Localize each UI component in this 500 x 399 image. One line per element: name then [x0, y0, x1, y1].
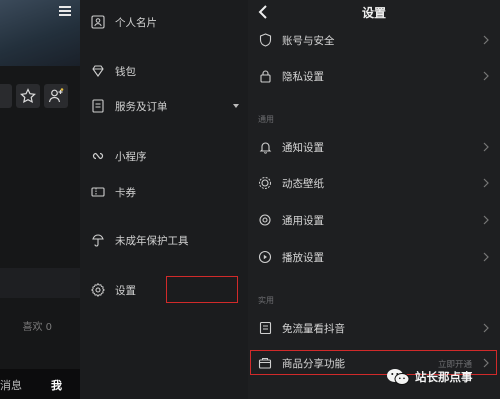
favorite-button[interactable] [16, 84, 40, 108]
drawer-item-label: 个人名片 [115, 16, 157, 29]
wallpaper-icon [257, 175, 273, 191]
minor-protection-icon [90, 232, 106, 248]
chevron-right-icon [483, 71, 489, 81]
contact-card-icon [90, 14, 106, 30]
drawer-item-label: 小程序 [115, 150, 147, 163]
profile-background: 喜欢 0 消息 我 [0, 0, 80, 399]
expand-caret-icon[interactable] [233, 104, 239, 108]
drawer-item-mini-program[interactable]: 小程序 [90, 145, 147, 167]
settings-item-label: 动态壁纸 [282, 178, 324, 190]
settings-header: 设置 [248, 0, 500, 26]
bottom-navigation: 消息 我 [0, 369, 80, 399]
profile-action-row [0, 84, 80, 110]
star-icon [20, 88, 36, 104]
settings-item-general[interactable]: 通用设置 [248, 205, 500, 235]
settings-item-label: 播放设置 [282, 252, 324, 264]
wechat-watermark: 站长那点事 [386, 368, 473, 386]
settings-item-playback[interactable]: 播放设置 [248, 242, 500, 272]
drawer-item-wallet[interactable]: 钱包 [90, 60, 136, 82]
gear-icon [90, 282, 106, 298]
settings-item-label: 隐私设置 [282, 71, 324, 83]
page-title: 设置 [361, 6, 386, 20]
section-label-utility: 实用 [258, 296, 274, 305]
likes-count[interactable]: 喜欢 0 [22, 318, 52, 333]
chevron-right-icon [483, 215, 489, 225]
coupon-icon [90, 184, 106, 200]
profile-info-strip [0, 268, 80, 298]
settings-panel: 设置 账号与安全 隐私设置 通用 通知设置 动态壁纸 通用设置 播放设置 实用 … [248, 0, 500, 399]
settings-item-label: 通知设置 [282, 142, 324, 154]
order-list-icon [90, 98, 106, 114]
drawer-item-label: 钱包 [115, 65, 136, 78]
wallet-diamond-icon [90, 63, 106, 79]
nav-me[interactable]: 我 [51, 377, 62, 393]
settings-item-notifications[interactable]: 通知设置 [248, 132, 500, 162]
drawer-item-label: 服务及订单 [115, 100, 168, 113]
drawer-item-profile-card[interactable]: 个人名片 [90, 11, 157, 33]
settings-icon [257, 212, 273, 228]
nav-messages[interactable]: 消息 [0, 377, 22, 393]
section-label-general: 通用 [258, 115, 274, 124]
drawer-item-label: 未成年保护工具 [115, 234, 189, 247]
wechat-logo-icon [387, 369, 410, 385]
watermark-text: 站长那点事 [415, 370, 473, 384]
settings-item-label: 通用设置 [282, 215, 324, 227]
settings-item-label: 账号与安全 [282, 35, 335, 47]
play-icon [257, 249, 273, 265]
lock-icon [257, 68, 273, 84]
settings-item-live-wallpaper[interactable]: 动态壁纸 [248, 168, 500, 198]
settings-item-account-security[interactable]: 账号与安全 [248, 25, 500, 55]
drawer-item-settings[interactable]: 设置 [90, 279, 136, 301]
settings-item-label: 免流量看抖音 [282, 323, 345, 335]
hamburger-menu-icon[interactable] [59, 6, 71, 16]
drawer-item-minor-protection[interactable]: 未成年保护工具 [90, 229, 189, 251]
add-user-icon [48, 88, 64, 103]
side-drawer: 个人名片 钱包 服务及订单 小程序 卡券 未成年保护工具 设置 [80, 0, 248, 399]
add-friend-button[interactable] [44, 84, 68, 108]
settings-item-data-free[interactable]: 免流量看抖音 [248, 313, 500, 343]
drawer-item-label: 卡券 [115, 186, 136, 199]
chevron-right-icon [483, 252, 489, 262]
drawer-item-label: 设置 [115, 284, 136, 297]
bell-icon [257, 139, 273, 155]
chevron-right-icon [483, 178, 489, 188]
drawer-item-orders[interactable]: 服务及订单 [90, 95, 239, 117]
mini-program-icon [90, 148, 106, 164]
chevron-right-icon [483, 35, 489, 45]
drawer-item-coupons[interactable]: 卡券 [90, 181, 136, 203]
chevron-right-icon [483, 142, 489, 152]
partial-button[interactable] [0, 84, 12, 108]
shield-icon [257, 32, 273, 48]
chevron-right-icon [483, 323, 489, 333]
data-free-icon [257, 320, 273, 336]
settings-item-privacy[interactable]: 隐私设置 [248, 61, 500, 91]
settings-highlight-box [166, 276, 238, 303]
